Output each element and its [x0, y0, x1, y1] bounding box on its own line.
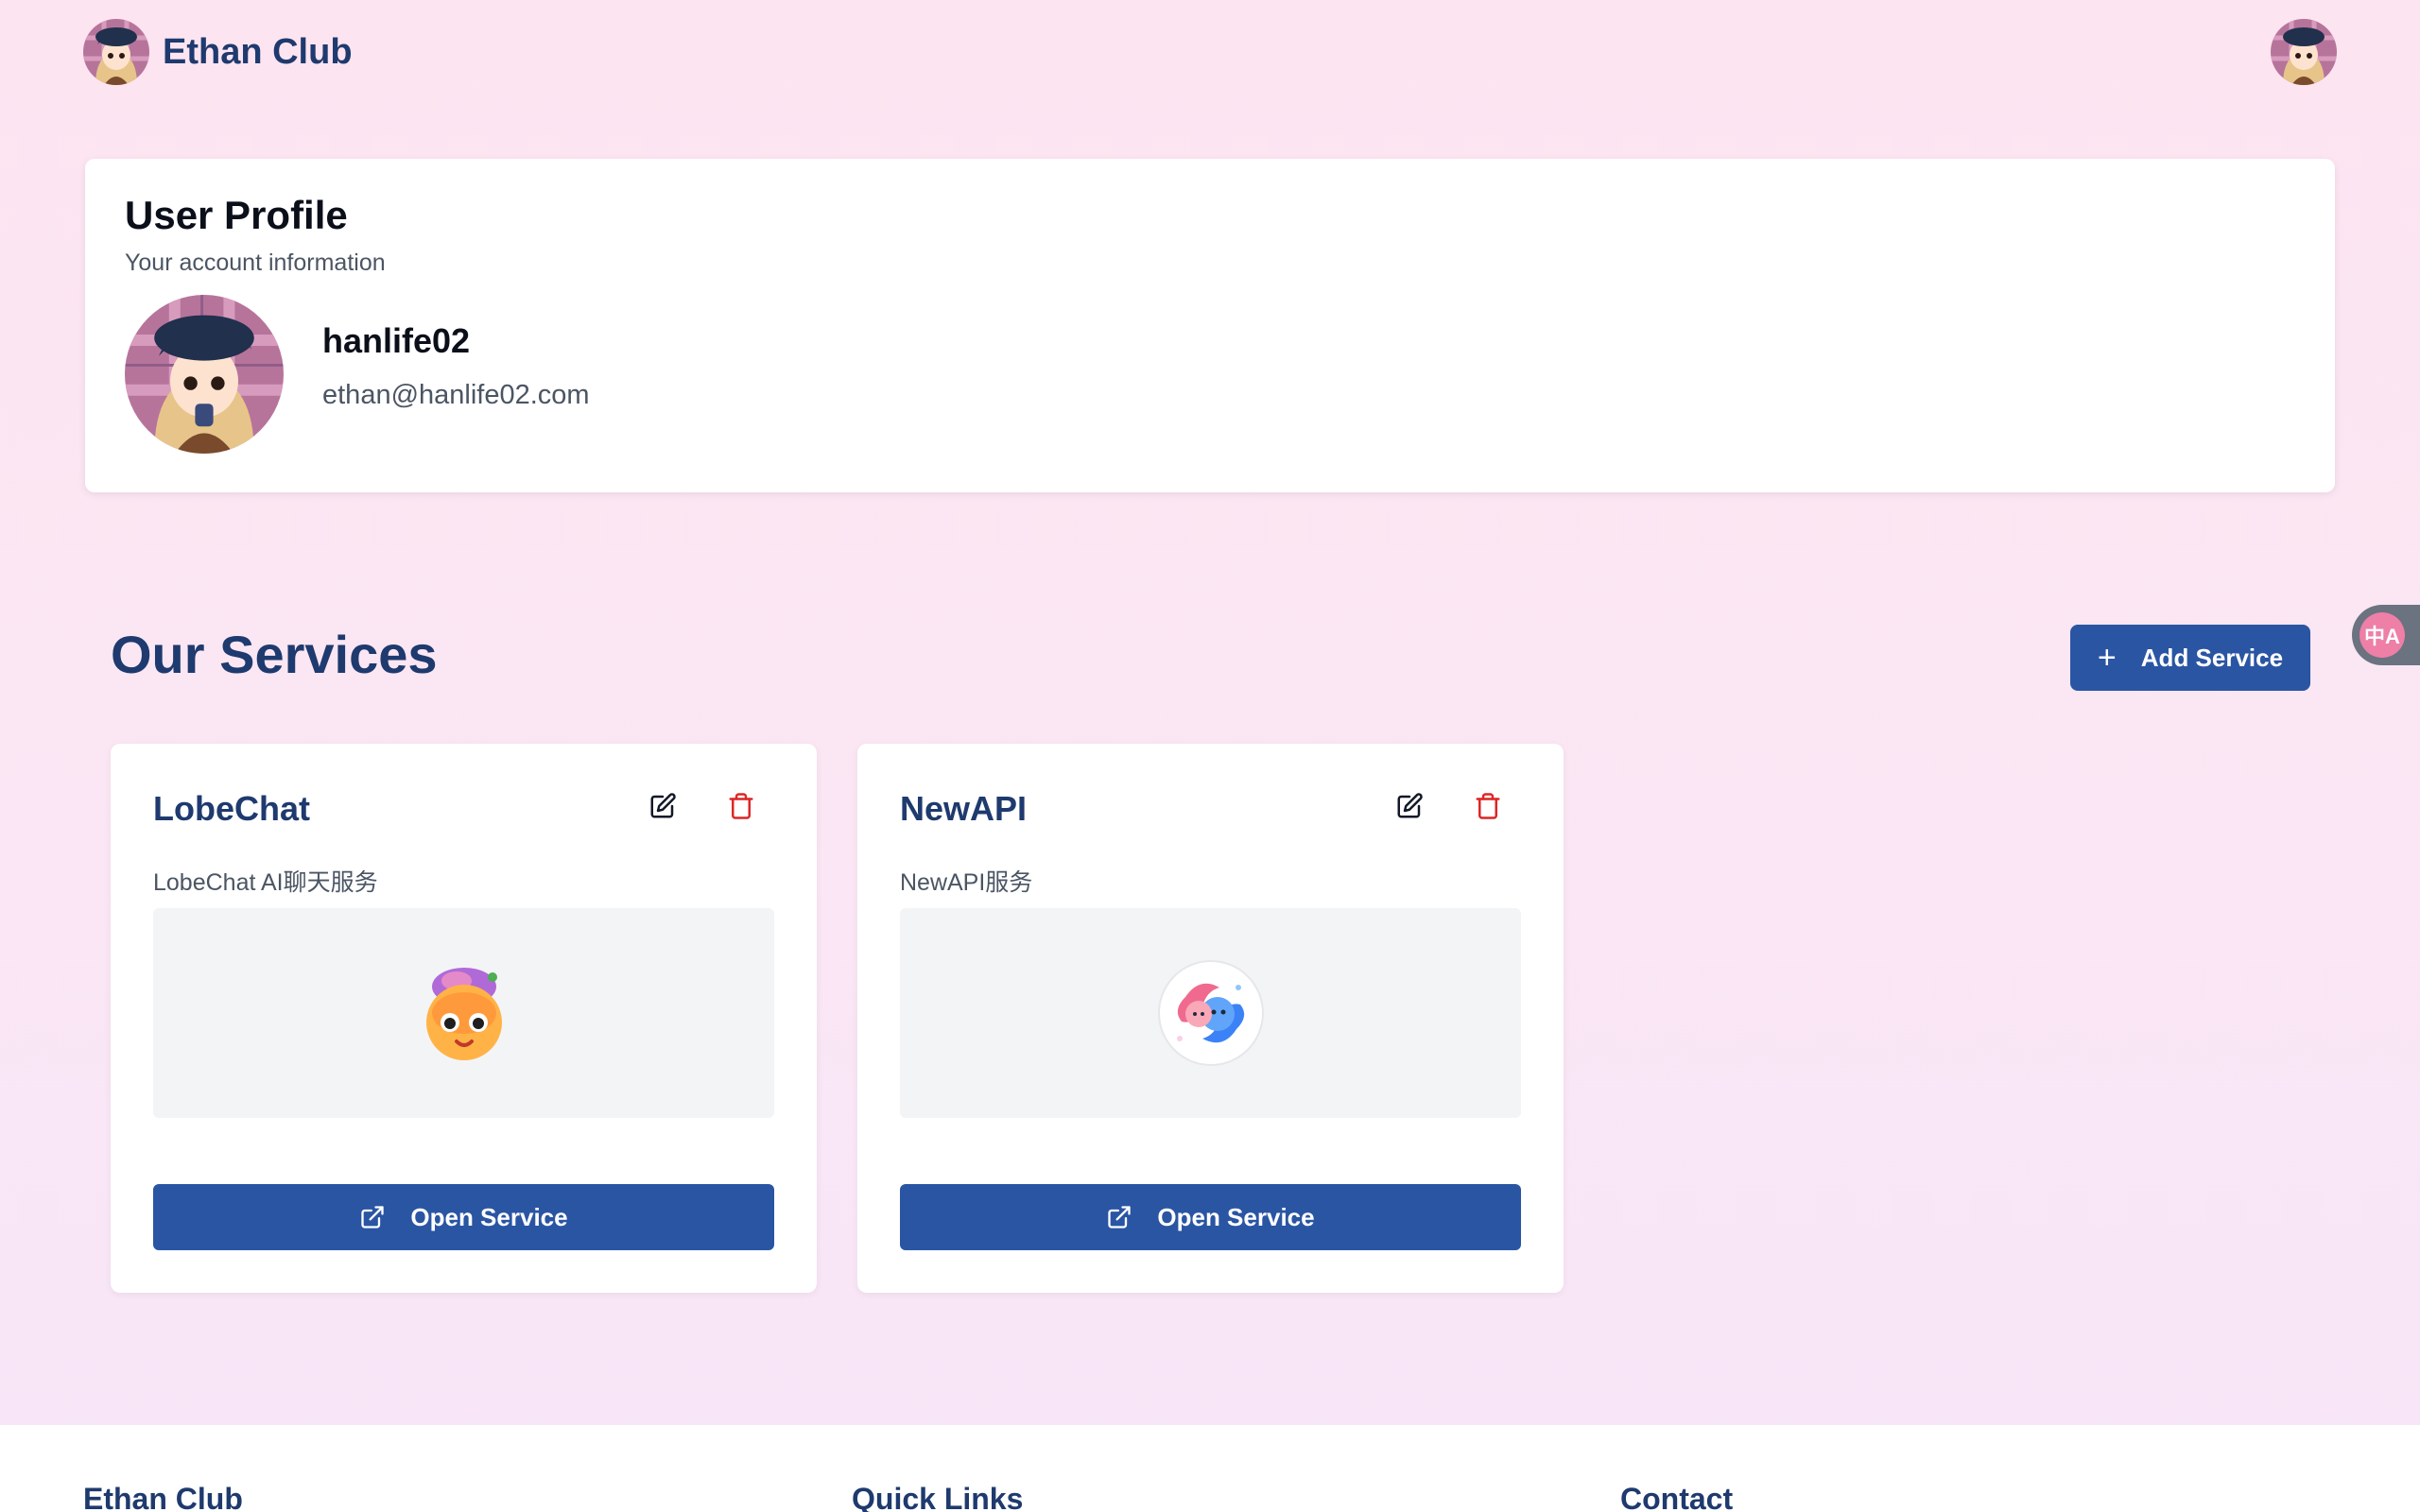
profile-email: ethan@hanlife02.com	[322, 380, 590, 410]
delete-service-button[interactable]	[718, 783, 764, 829]
brand[interactable]: Ethan Club	[83, 19, 353, 85]
trash-icon	[1476, 793, 1500, 819]
add-service-button[interactable]: + Add Service	[2070, 625, 2310, 691]
plus-icon: +	[2097, 640, 2117, 676]
service-card-lobechat: LobeChat LobeChat AI聊天服务 Open Service	[111, 744, 817, 1293]
footer-contact-heading: Contact	[1620, 1482, 1734, 1512]
delete-service-button[interactable]	[1465, 783, 1511, 829]
open-service-button[interactable]: Open Service	[153, 1184, 774, 1250]
service-description: NewAPI服务	[900, 869, 1033, 896]
profile-title: User Profile	[125, 193, 348, 237]
navbar: Ethan Club	[0, 0, 2420, 104]
trash-icon	[729, 793, 753, 819]
service-description: LobeChat AI聊天服务	[153, 869, 378, 896]
edit-service-button[interactable]	[640, 783, 685, 829]
open-service-label: Open Service	[410, 1202, 568, 1231]
service-image	[900, 908, 1521, 1118]
footer-brand-heading: Ethan Club	[83, 1482, 243, 1512]
open-service-button[interactable]: Open Service	[900, 1184, 1521, 1250]
external-link-icon	[361, 1206, 385, 1228]
newapi-logo	[1157, 960, 1264, 1066]
service-name: LobeChat	[153, 789, 310, 828]
external-link-icon	[1108, 1206, 1132, 1228]
open-service-label: Open Service	[1157, 1202, 1315, 1231]
profile-card: User Profile Your account information ha…	[85, 159, 2335, 492]
edit-service-button[interactable]	[1387, 783, 1432, 829]
profile-username: hanlife02	[322, 321, 471, 360]
add-service-label: Add Service	[2140, 643, 2284, 672]
translate-widget[interactable]: 中A	[2352, 605, 2420, 665]
edit-icon	[650, 793, 676, 818]
footer: Ethan Club Quick Links Contact	[0, 1425, 2420, 1512]
profile-subtitle: Your account information	[125, 249, 386, 276]
edit-icon	[1397, 793, 1423, 818]
service-card-newapi: NewAPI NewAPI服务 Open Service	[857, 744, 1564, 1293]
profile-avatar	[125, 295, 284, 454]
services-title: Our Services	[111, 625, 438, 684]
brand-name: Ethan Club	[163, 31, 353, 72]
service-name: NewAPI	[900, 789, 1028, 828]
user-avatar-button[interactable]	[2271, 19, 2337, 85]
lobechat-logo	[425, 968, 502, 1060]
brand-logo	[83, 19, 149, 85]
footer-quick-links-heading: Quick Links	[852, 1482, 1024, 1512]
service-image	[153, 908, 774, 1118]
translate-icon: 中A	[2360, 612, 2405, 658]
